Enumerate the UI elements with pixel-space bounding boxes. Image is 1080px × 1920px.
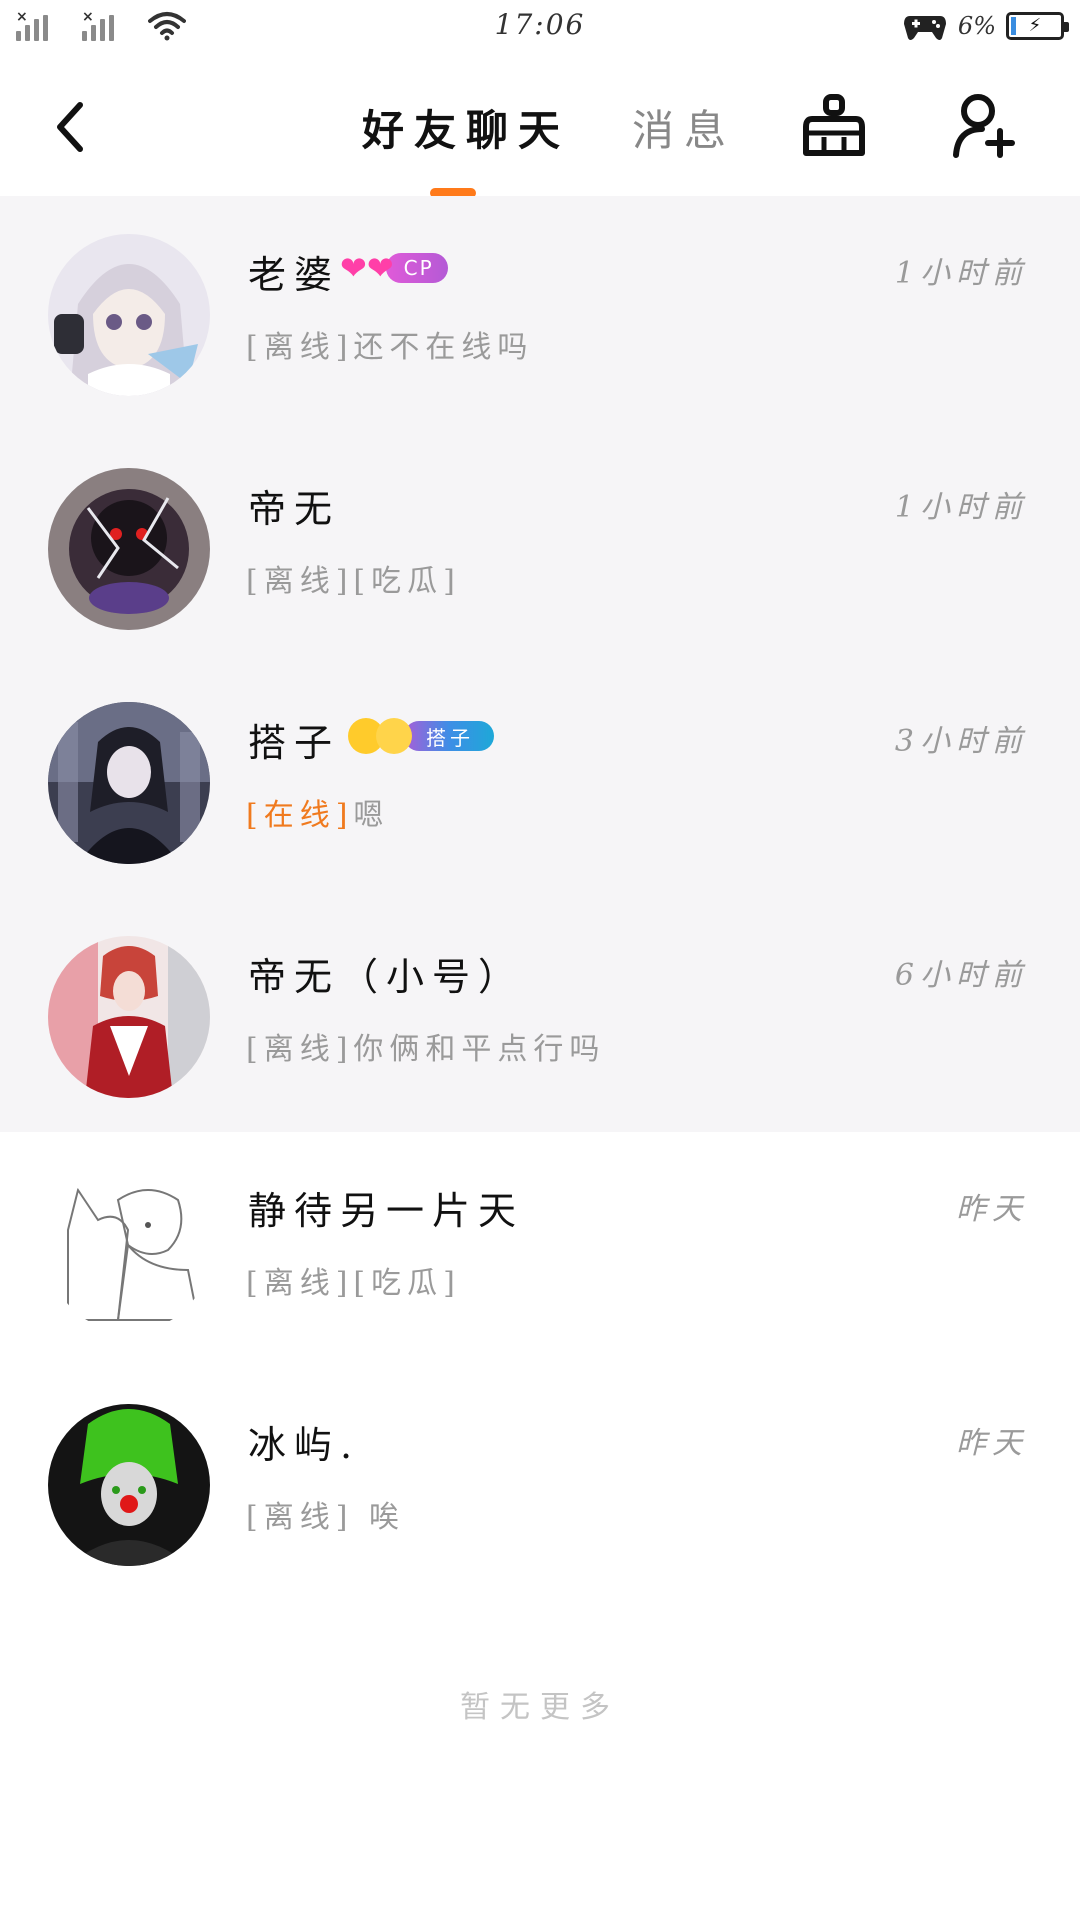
chat-time: 3小时前 xyxy=(894,724,1028,759)
chat-preview: [离线] 唉 xyxy=(246,1492,405,1536)
chat-time: 昨天 xyxy=(956,1192,1028,1227)
avatar[interactable] xyxy=(48,702,210,864)
chat-time: 1小时前 xyxy=(894,490,1028,525)
chat-status: [离线] xyxy=(246,564,354,599)
badge-label: 搭子 xyxy=(404,721,494,751)
cp-badge: ❤❤ CP xyxy=(340,248,448,288)
broom-icon xyxy=(803,94,865,156)
chevron-left-icon xyxy=(57,102,83,152)
chat-message: 你俩和平点行吗 xyxy=(353,1032,606,1067)
chat-row[interactable]: 静待另一片天 昨天 [离线][吃瓜] xyxy=(0,1132,1080,1366)
avatar[interactable] xyxy=(48,1404,210,1566)
chat-time: 1小时前 xyxy=(894,256,1028,291)
chat-message: 嗯 xyxy=(353,798,390,833)
heart-icon: ❤❤ xyxy=(340,249,394,287)
chat-preview: [离线]你俩和平点行吗 xyxy=(246,1024,605,1068)
chat-time: 6小时前 xyxy=(894,958,1028,993)
chat-status: [在线] xyxy=(246,798,354,833)
add-user-icon xyxy=(953,94,1015,158)
star-eyes-emoji-icon xyxy=(376,718,412,754)
tab-friend-chat[interactable]: 好友聊天 xyxy=(362,92,570,162)
chat-name: 冰屿. xyxy=(248,1423,361,1467)
chat-status: [离线] xyxy=(246,1500,354,1535)
chat-message: 唉 xyxy=(353,1500,405,1535)
avatar[interactable] xyxy=(48,468,210,630)
add-friend-button[interactable] xyxy=(948,90,1020,162)
chat-preview: [在线]嗯 xyxy=(246,790,389,834)
chat-name: 搭子 xyxy=(248,721,341,765)
tab-messages[interactable]: 消息 xyxy=(632,92,736,162)
chat-preview: [离线][吃瓜] xyxy=(246,1258,461,1302)
clean-button[interactable] xyxy=(798,90,870,162)
chat-row[interactable]: 老婆 ❤❤ CP 1小时前 [离线]还不在线吗 xyxy=(0,196,1080,430)
avatar[interactable] xyxy=(48,234,210,396)
chat-message: 还不在线吗 xyxy=(353,330,534,365)
chat-message: [吃瓜] xyxy=(353,1266,461,1301)
chat-status: [离线] xyxy=(246,330,354,365)
chat-preview: [离线][吃瓜] xyxy=(246,556,461,600)
chat-time: 昨天 xyxy=(956,1426,1028,1461)
avatar[interactable] xyxy=(48,936,210,1098)
no-more-text: 暂无更多 xyxy=(460,1690,620,1725)
chat-list: 老婆 ❤❤ CP 1小时前 [离线]还不在线吗 帝无 1小时前 [离线][吃瓜] xyxy=(0,196,1080,1600)
chat-preview: [离线]还不在线吗 xyxy=(246,322,533,366)
partner-badge: 搭子 xyxy=(348,716,494,756)
chat-status: [离线] xyxy=(246,1032,354,1067)
chat-row[interactable]: 冰屿. 昨天 [离线] 唉 xyxy=(0,1366,1080,1600)
status-bar: × × 17:06 6% ⚡ xyxy=(0,0,1080,52)
chat-status: [离线] xyxy=(246,1266,354,1301)
chat-row[interactable]: 帝无 1小时前 [离线][吃瓜] xyxy=(0,430,1080,664)
chat-name: 帝无 xyxy=(248,487,341,531)
chat-message: [吃瓜] xyxy=(353,564,461,599)
status-time: 17:06 xyxy=(494,8,586,41)
avatar[interactable] xyxy=(48,1170,210,1332)
header: 好友聊天 消息 xyxy=(0,52,1080,198)
chat-row[interactable]: 搭子 搭子 3小时前 [在线]嗯 xyxy=(0,664,1080,898)
chat-row[interactable]: 帝无（小号） 6小时前 [离线]你俩和平点行吗 xyxy=(0,898,1080,1132)
back-button[interactable] xyxy=(40,92,100,162)
battery-icon: ⚡ xyxy=(1006,12,1069,40)
badge-label: CP xyxy=(385,253,448,283)
chat-name: 帝无（小号） xyxy=(248,955,525,999)
chat-name: 静待另一片天 xyxy=(248,1189,525,1233)
chat-name: 老婆 xyxy=(248,253,341,297)
